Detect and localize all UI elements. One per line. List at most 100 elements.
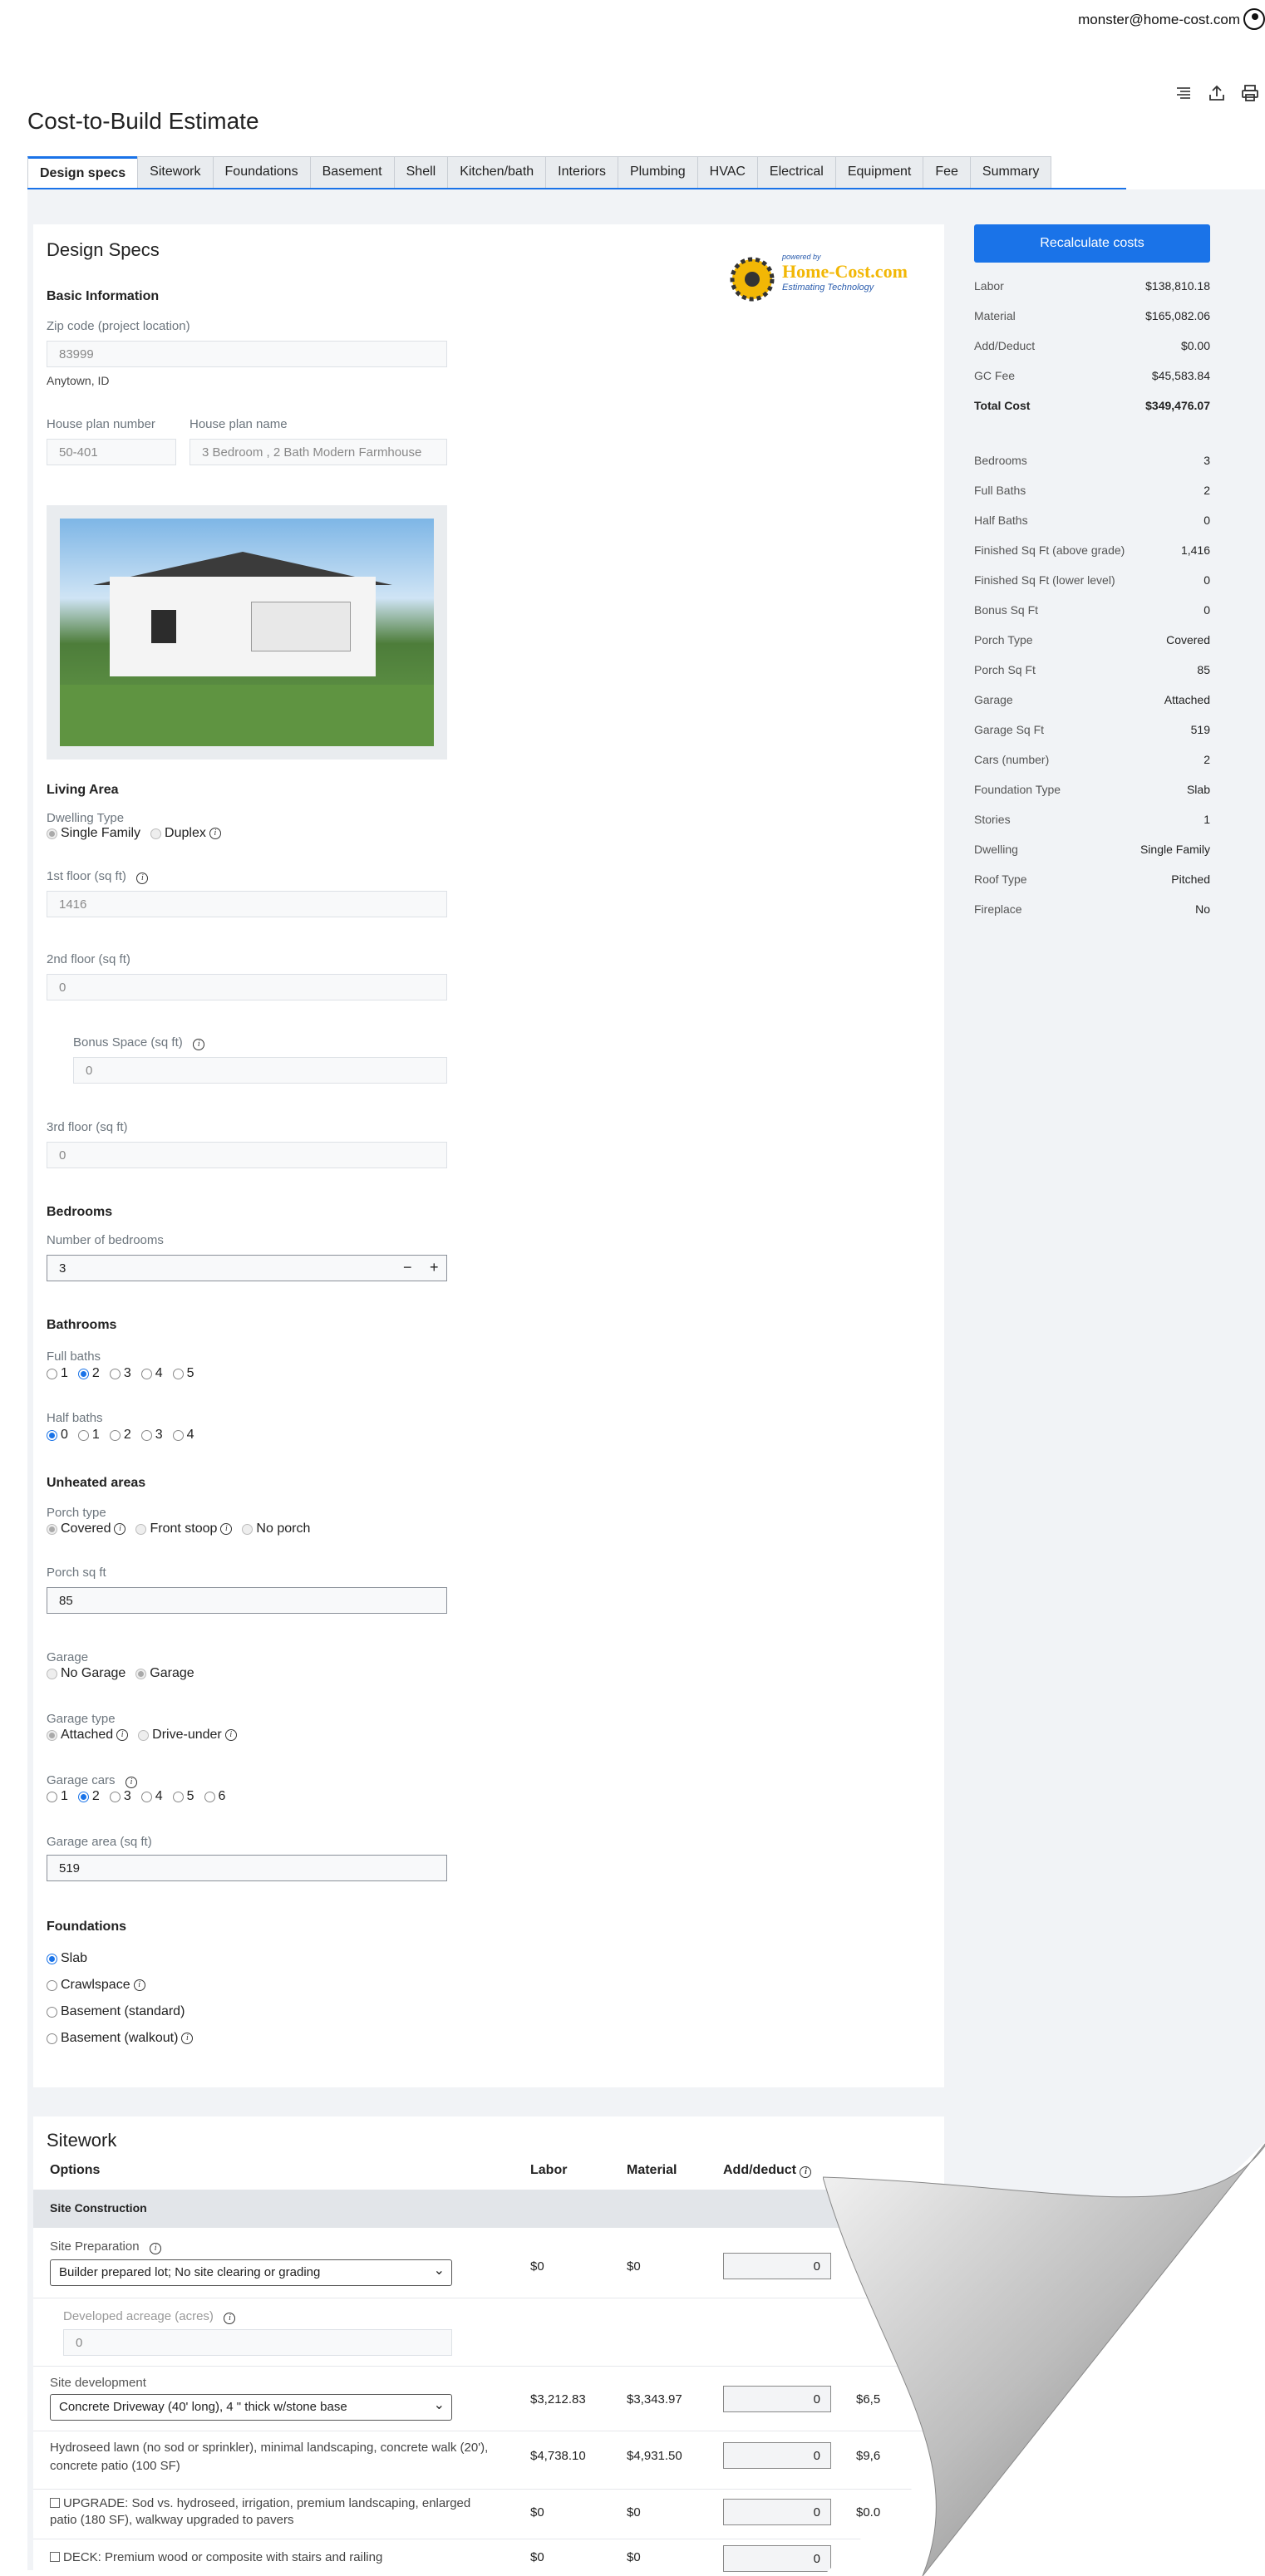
floor3-input[interactable]: 0 [47,1142,447,1168]
upload-icon[interactable] [1207,83,1227,103]
garage-cars-option[interactable]: 2 [77,1789,100,1804]
upgrade-add-input[interactable]: 0 [723,2499,831,2525]
tab-summary[interactable]: Summary [969,156,1052,188]
bonus-input[interactable]: 0 [73,1057,447,1084]
bedrooms-stepper[interactable]: 3 − + [47,1255,447,1281]
site-dev-select[interactable]: Concrete Driveway (40' long), 4 " thick … [50,2394,452,2421]
deck-option[interactable]: DECK: Premium wood or composite with sta… [50,2550,382,2564]
plan-name-input[interactable]: 3 Bedroom , 2 Bath Modern Farmhouse [190,439,447,465]
full-baths-group: 1 2 3 4 5 [47,1366,194,1381]
dwelling-type-label: Dwelling Type [47,811,125,825]
logo-tagline: Estimating Technology [782,283,874,293]
full-baths-option[interactable]: 4 [140,1366,163,1381]
foundation-basement-option[interactable]: Basement (standard) [47,2004,185,2019]
tab-fee[interactable]: Fee [923,156,971,188]
cost-labor: Labor $138,810.18 [974,279,1210,293]
bedrooms-value[interactable]: 3 [59,1261,66,1276]
upgrade-option[interactable]: UPGRADE: Sod vs. hydroseed, irrigation, … [50,2495,499,2529]
tab-design-specs[interactable]: Design specs [27,156,139,188]
porch-stoop-option[interactable]: Front stoop i [135,1522,233,1536]
tab-sitework[interactable]: Sitework [137,156,214,188]
spec-row: Porch Sq Ft 85 [974,663,1210,676]
info-icon: i [181,2033,194,2044]
dwelling-single-option[interactable]: Single Family [47,826,140,841]
porch-none-option[interactable]: No porch [242,1522,310,1536]
floor2-input[interactable]: 0 [47,974,447,1000]
full-baths-option[interactable]: 2 [77,1366,100,1381]
plan-number-input[interactable]: 50-401 [47,439,176,465]
full-baths-option[interactable]: 5 [172,1366,194,1381]
site-prep-add-input[interactable]: 0 [723,2253,831,2279]
full-baths-option[interactable]: 1 [47,1366,68,1381]
home-cost-logo: powered by Home-Cost.com Estimating Tech… [727,249,927,304]
spec-row: Foundation Type Slab [974,783,1210,796]
foundation-walkout-option[interactable]: Basement (walkout) i [47,2031,194,2046]
zip-input[interactable]: 83999 [47,341,447,367]
half-baths-option[interactable]: 2 [109,1428,131,1443]
floor2-label: 2nd floor (sq ft) [47,952,130,966]
porch-covered-option[interactable]: Covered i [47,1522,126,1536]
toolbar [1174,83,1260,103]
site-prep-select[interactable]: Builder prepared lot; No site clearing o… [50,2259,452,2286]
tab-basement[interactable]: Basement [309,156,395,188]
half-baths-option[interactable]: 0 [47,1428,68,1443]
print-icon[interactable] [1240,83,1260,103]
upgrade-checkbox[interactable] [50,2498,60,2508]
tab-equipment[interactable]: Equipment [834,156,924,188]
deck-checkbox[interactable] [50,2552,60,2562]
spec-row: Fireplace No [974,902,1210,916]
floor1-input[interactable]: 1416 [47,891,447,917]
hydroseed-text: Hydroseed lawn (no sod or sprinkler), mi… [50,2441,489,2473]
site-dev-material: $3,343.97 [627,2392,682,2406]
porch-sqft-input[interactable]: 85 [47,1587,447,1614]
info-icon[interactable]: i [136,873,149,884]
garage-cars-option[interactable]: 4 [140,1789,163,1804]
dwelling-duplex-option[interactable]: Duplex i [150,826,221,841]
garage-driveunder-option[interactable]: Drive-under i [138,1728,237,1743]
acreage-input[interactable]: 0 [63,2329,452,2356]
foundations-heading: Foundations [47,1920,126,1934]
list-icon[interactable] [1174,83,1194,103]
user-email[interactable]: monster@home-cost.com [1078,12,1240,28]
hydroseed-add-input[interactable]: 0 [723,2442,831,2469]
user-account-icon[interactable] [1243,8,1265,30]
garage-cars-option[interactable]: 3 [109,1789,131,1804]
half-baths-option[interactable]: 4 [172,1428,194,1443]
tab-electrical[interactable]: Electrical [756,156,836,188]
deck-add-input[interactable]: 0 [723,2545,831,2572]
tab-plumbing[interactable]: Plumbing [617,156,698,188]
info-icon: i [800,2166,812,2178]
site-dev-add-input[interactable]: 0 [723,2386,831,2412]
garage-cars-option[interactable]: 5 [172,1789,194,1804]
foundation-crawl-option[interactable]: Crawlspace i [47,1978,145,1993]
recalculate-button[interactable]: Recalculate costs [974,224,1210,263]
half-baths-option[interactable]: 3 [140,1428,163,1443]
half-baths-option[interactable]: 1 [77,1428,100,1443]
basic-info-heading: Basic Information [47,289,160,303]
garage-cars-group: 1 2 3 4 5 6 [47,1789,225,1804]
tab-interiors[interactable]: Interiors [545,156,618,188]
no-garage-option[interactable]: No Garage [47,1666,126,1681]
info-icon[interactable]: i [126,1777,138,1788]
porch-type-label: Porch type [47,1506,106,1520]
tab-hvac[interactable]: HVAC [696,156,758,188]
info-icon[interactable]: i [209,828,221,839]
tab-kitchen-bath[interactable]: Kitchen/bath [447,156,547,188]
tab-shell[interactable]: Shell [393,156,449,188]
dwelling-type-group: Single Family Duplex i [47,826,221,841]
increment-button[interactable]: + [430,1259,439,1276]
tab-foundations[interactable]: Foundations [212,156,311,188]
full-baths-option[interactable]: 3 [109,1366,131,1381]
garage-cars-option[interactable]: 6 [204,1789,225,1804]
garage-area-input[interactable]: 519 [47,1855,447,1881]
info-icon[interactable]: i [193,1039,205,1050]
zip-label: Zip code (project location) [47,319,190,333]
decrement-button[interactable]: − [403,1259,412,1276]
foundation-slab-option[interactable]: Slab [47,1951,87,1966]
upgrade-material: $0 [627,2505,641,2519]
garage-attached-option[interactable]: Attached i [47,1728,129,1743]
spec-row: Stories 1 [974,813,1210,826]
garage-option[interactable]: Garage [135,1666,194,1681]
plan-name-label: House plan name [190,417,288,431]
garage-cars-option[interactable]: 1 [47,1789,68,1804]
